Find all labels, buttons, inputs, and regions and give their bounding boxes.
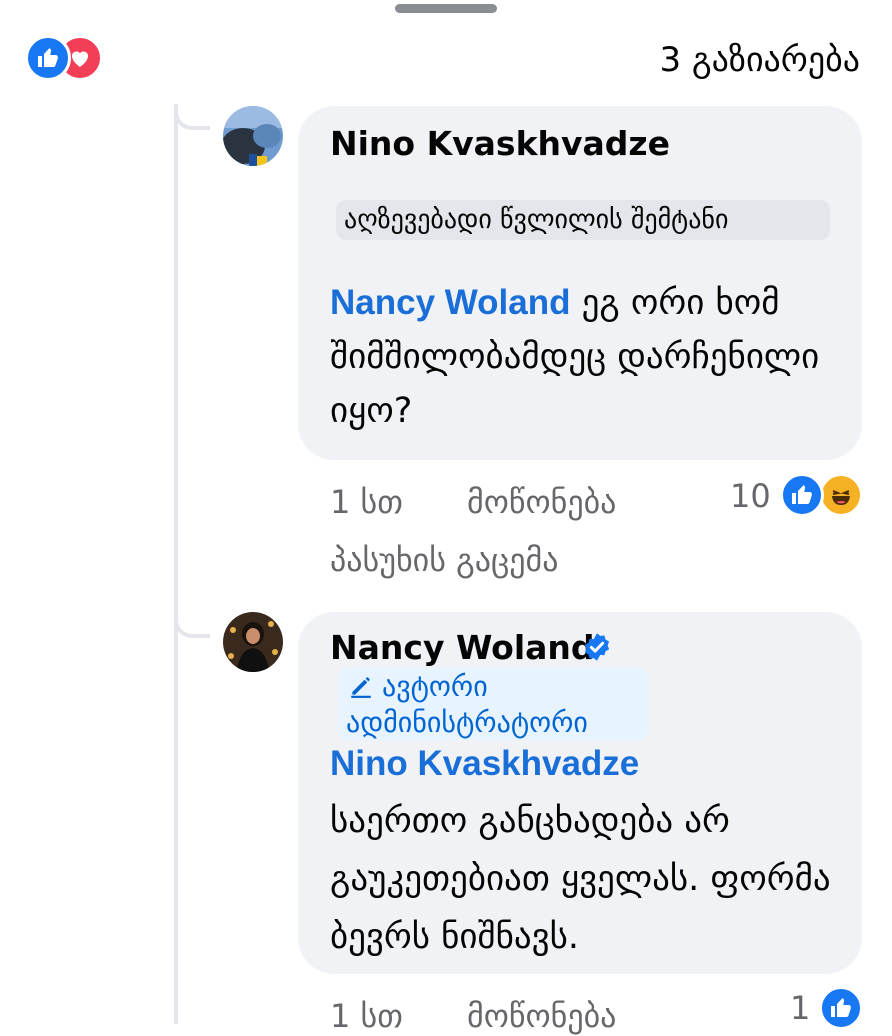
badge-label: ავტორი: [382, 670, 488, 703]
mention-link[interactable]: Nancy Woland: [330, 283, 571, 322]
thread-line: [174, 105, 178, 1024]
reaction-count[interactable]: 1: [790, 988, 810, 1028]
haha-icon: [819, 473, 863, 517]
comment-time[interactable]: 1 სთ: [330, 482, 403, 522]
shares-count[interactable]: 3 გაზიარება: [659, 40, 860, 80]
contributor-badge[interactable]: აღზევებადი წვლილის შემტანი: [336, 200, 830, 240]
comment-bubble: Nancy Woland ავტორი ადმინისტრატორი Nino …: [298, 612, 862, 974]
post-reactions-summary[interactable]: [25, 35, 112, 81]
like-icon: [780, 473, 824, 517]
reaction-count[interactable]: 10: [730, 476, 771, 516]
comment-author[interactable]: Nino Kvaskhvadze: [330, 124, 670, 164]
like-icon: [819, 986, 863, 1030]
pencil-icon: [351, 677, 371, 698]
comment-text: Nancy Woland ეგ ორი ხომ შიმშილობამდეც და…: [330, 276, 838, 438]
comment-bubble: Nino Kvaskhvadze აღზევებადი წვლილის შემტ…: [298, 106, 862, 460]
sheet-drag-handle[interactable]: [395, 4, 497, 13]
author-admin-badge[interactable]: ავტორი ადმინისტრატორი: [338, 668, 648, 740]
comment-author[interactable]: Nancy Woland: [330, 628, 595, 668]
reply-action[interactable]: პასუხის გაცემა: [330, 540, 558, 580]
thread-branch: [174, 612, 210, 638]
verified-badge-icon: [584, 633, 610, 661]
mention-link[interactable]: Nino Kvaskhvadze: [330, 736, 838, 792]
like-action[interactable]: მოწონება: [467, 482, 616, 522]
comment-time[interactable]: 1 სთ: [330, 996, 403, 1036]
like-action[interactable]: მოწონება: [467, 996, 616, 1036]
avatar[interactable]: [223, 612, 283, 672]
thread-branch: [174, 104, 210, 130]
comment-text: Nino Kvaskhvadze საერთო განცხადება არ გაუ…: [330, 736, 838, 966]
comment-body: საერთო განცხადება არ გაუკეთებიათ ყველას.…: [330, 801, 831, 957]
like-icon: [25, 35, 71, 81]
avatar[interactable]: [223, 106, 283, 166]
